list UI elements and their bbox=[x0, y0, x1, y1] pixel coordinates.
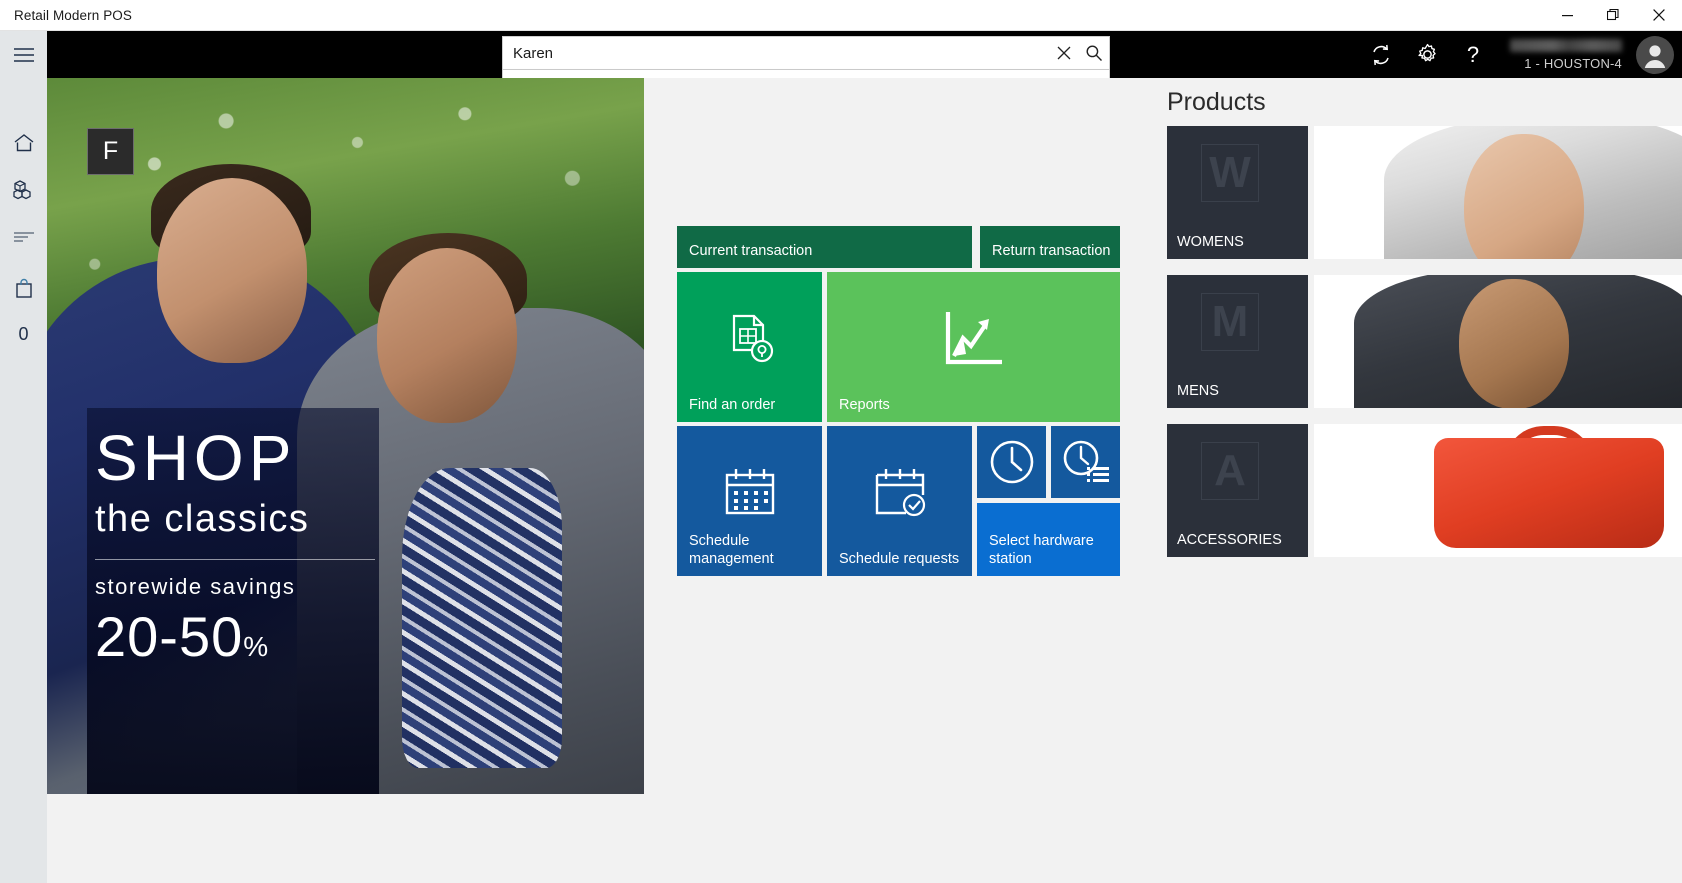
tile-label: Reports bbox=[839, 396, 890, 413]
category-letter: A bbox=[1201, 442, 1259, 500]
close-button[interactable] bbox=[1636, 0, 1682, 31]
tile-label: Select hardware station bbox=[989, 533, 1094, 567]
sidebar-item-products[interactable] bbox=[0, 166, 47, 213]
category-label: ACCESSORIES bbox=[1177, 532, 1282, 548]
mens-photo-face bbox=[1459, 279, 1569, 408]
category-letter: W bbox=[1201, 144, 1259, 202]
banner-discount-number: 20-50 bbox=[95, 605, 244, 668]
title-bar: Retail Modern POS bbox=[0, 0, 1682, 31]
top-bar-actions: ? 1 - HOUSTON-4 bbox=[1358, 31, 1682, 78]
tile-label: Return transaction bbox=[992, 242, 1111, 259]
left-navigation-rail: 0 bbox=[0, 31, 47, 883]
clock-icon bbox=[977, 426, 1046, 498]
category-letter: M bbox=[1201, 293, 1259, 351]
womens-photo-face bbox=[1464, 134, 1584, 259]
tile-label: Find an order bbox=[689, 396, 776, 413]
banner-line-3: storewide savings bbox=[95, 574, 296, 599]
maximize-button[interactable] bbox=[1590, 0, 1636, 31]
tile-current-transaction[interactable]: Current transaction bbox=[677, 226, 972, 268]
user-info[interactable]: 1 - HOUSTON-4 bbox=[1510, 31, 1622, 78]
search-box[interactable] bbox=[502, 36, 1110, 70]
tile-reports[interactable]: Reports bbox=[827, 272, 1120, 422]
banner-line-2: the classics bbox=[95, 498, 310, 540]
gear-icon[interactable] bbox=[1404, 31, 1450, 78]
brand-logo: F bbox=[87, 128, 134, 175]
tile-label: Schedule requests bbox=[839, 550, 960, 567]
product-category-accessories[interactable]: A ACCESSORIES bbox=[1167, 424, 1308, 557]
tile-select-hardware-station[interactable]: Select hardware station bbox=[977, 503, 1120, 576]
window-controls bbox=[1544, 0, 1682, 31]
sidebar-item-home[interactable] bbox=[0, 119, 47, 166]
banner-divider bbox=[95, 559, 375, 560]
cart-count: 0 bbox=[18, 324, 29, 344]
banner-line-1: SHOP bbox=[95, 422, 297, 494]
banner-scarf bbox=[402, 468, 562, 768]
sidebar-item-cart[interactable] bbox=[0, 264, 47, 311]
find-order-icon bbox=[677, 272, 822, 406]
sidebar-item-transactions[interactable] bbox=[0, 213, 47, 260]
calendar-check-icon bbox=[827, 426, 972, 560]
hamburger-icon[interactable] bbox=[0, 31, 47, 78]
app-window: Retail Modern POS 0 ? 1 - HOUSTON-4 Kare… bbox=[0, 0, 1682, 883]
tile-label: Current transaction bbox=[689, 242, 813, 259]
tile-return-transaction[interactable]: Return transaction bbox=[980, 226, 1120, 268]
tile-find-an-order[interactable]: Find an order bbox=[677, 272, 822, 422]
promo-banner[interactable]: F SHOP the classics storewide savings 20… bbox=[47, 78, 644, 794]
app-title: Retail Modern POS bbox=[14, 7, 132, 23]
clear-search-icon[interactable] bbox=[1049, 37, 1079, 69]
clock-list-icon bbox=[1051, 426, 1120, 498]
product-image-accessories[interactable] bbox=[1314, 424, 1682, 557]
tile-schedule-requests[interactable]: Schedule requests bbox=[827, 426, 972, 576]
product-image-womens[interactable] bbox=[1314, 126, 1682, 259]
products-panel: Products W WOMENS M MENS A ACCESSORIES bbox=[1157, 78, 1682, 883]
register-label: 1 - HOUSTON-4 bbox=[1524, 55, 1622, 71]
banner-line-4: 20-50% bbox=[95, 604, 375, 669]
products-title: Products bbox=[1167, 88, 1266, 116]
bag-photo bbox=[1434, 438, 1664, 548]
banner-discount-percent: % bbox=[243, 631, 270, 662]
category-label: MENS bbox=[1177, 383, 1219, 399]
banner-figure-right-head bbox=[377, 248, 517, 423]
search-icon[interactable] bbox=[1079, 37, 1109, 69]
tile-label: Schedule management bbox=[689, 533, 774, 567]
avatar[interactable] bbox=[1636, 35, 1674, 74]
search-input[interactable] bbox=[503, 37, 1049, 69]
tile-schedule-management[interactable]: Schedule management bbox=[677, 426, 822, 576]
chart-arrow-icon bbox=[827, 272, 1120, 406]
product-image-mens[interactable] bbox=[1314, 275, 1682, 408]
minimize-button[interactable] bbox=[1544, 0, 1590, 31]
product-category-womens[interactable]: W WOMENS bbox=[1167, 126, 1308, 259]
product-category-mens[interactable]: M MENS bbox=[1167, 275, 1308, 408]
tile-time-clock[interactable] bbox=[977, 426, 1046, 498]
user-name-redacted bbox=[1510, 38, 1622, 52]
help-icon[interactable]: ? bbox=[1450, 31, 1496, 78]
tile-time-clock-entries[interactable] bbox=[1051, 426, 1120, 498]
banner-figure-left-head bbox=[157, 178, 307, 363]
sync-icon[interactable] bbox=[1358, 31, 1404, 78]
main-content: F SHOP the classics storewide savings 20… bbox=[47, 78, 1682, 883]
category-label: WOMENS bbox=[1177, 234, 1244, 250]
banner-text: SHOP the classics storewide savings 20-5… bbox=[95, 426, 375, 669]
